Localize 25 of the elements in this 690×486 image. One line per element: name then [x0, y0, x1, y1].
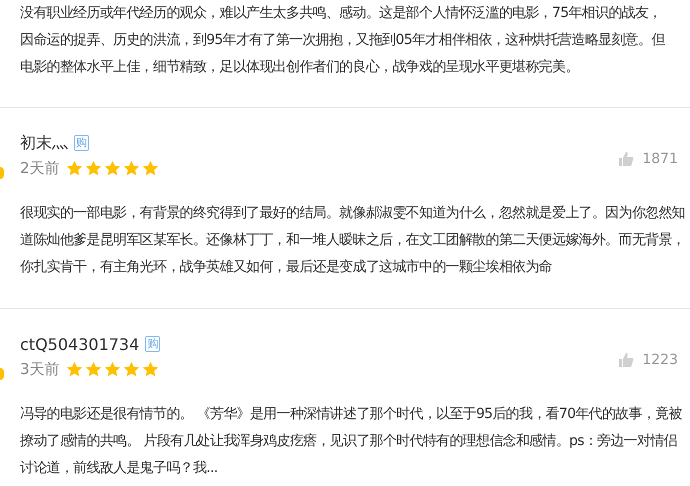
purchase-badge: 购 [74, 135, 89, 151]
user-name[interactable]: 初末灬 [20, 132, 68, 154]
star-icon [142, 160, 159, 176]
like-count: 1871 [642, 151, 678, 167]
review-text: 冯导的电影还是很有情节的。 《芳华》是用一种深情讲述了那个时代，以至于95后的我，看70年代的故事，竟被撩动了感情的共鸣。 片段有几处让我浑身鸡皮疙瘩，见识了那个时代特有的理想信念和感情。ps：旁边一对情侣讨论道，前线敌人是鬼子吗？我... [20, 405, 683, 478]
star-icon [122, 360, 140, 378]
review-text: 没有职业经历或年代经历的观众，难以产生太多共鸣、感动。这是部个人情怀泛滥的电影，75年相识的战友，因命运的捉弄、历史的洪流，到95年才有了第一次拥抱，又拖到05年才相伴相依，这种烘托营造略显刻意。但电影的整体水平上佳，细节精致，足以体现出创作者们的良心，战争戏的呈现水平更堪称完美。 [19, 4, 666, 77]
star-icon [104, 160, 121, 176]
user-name[interactable]: ctQ504301734 [20, 334, 140, 354]
thumbs-up-icon[interactable] [618, 352, 634, 368]
review-time: 3天前 [20, 360, 60, 378]
review-text: 很现实的一部电影，有背景的终究得到了最好的结局。就像郝淑雯不知道为什么，忽然就是爱上了。因为你忽然知道陈灿他爹是昆明军区某军长。还像林丁丁，和一堆人暧昧之后，在文工团解散的第二天便远嫁海外。而无背景，你扎实肯干，有主角光环，战争英雄又如何，最后还是变成了这城市中的一颗尘埃相依为命 [20, 204, 686, 277]
star-icon [84, 160, 102, 176]
star-icon [142, 360, 159, 378]
avatar[interactable] [0, 368, 4, 380]
purchase-badge: 购 [145, 336, 160, 352]
thumbs-up-icon[interactable] [618, 151, 634, 167]
like-count: 1223 [642, 352, 678, 368]
star-icon [84, 360, 102, 378]
avatar[interactable] [0, 167, 4, 179]
star-icon [104, 360, 121, 378]
star-icon [66, 360, 83, 378]
star-icon [122, 160, 140, 176]
star-icon [66, 160, 83, 176]
review-time: 2天前 [20, 158, 60, 178]
